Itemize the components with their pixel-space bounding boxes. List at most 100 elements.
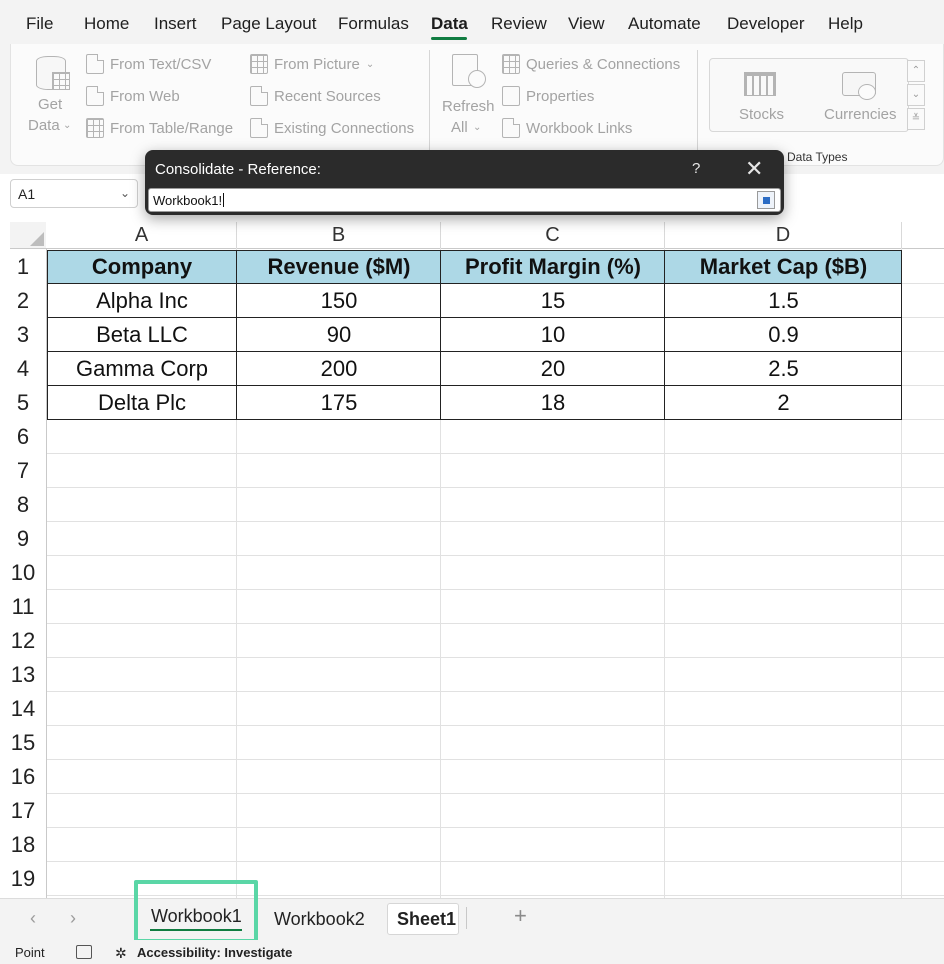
workbook-links-button[interactable]: Workbook Links bbox=[502, 118, 632, 138]
menu-developer[interactable]: Developer bbox=[727, 14, 805, 34]
add-sheet-icon[interactable]: + bbox=[514, 903, 527, 929]
macro-record-icon[interactable] bbox=[76, 945, 92, 959]
table-header-cell[interactable]: Revenue ($M) bbox=[237, 250, 441, 284]
table-header-cell[interactable]: Market Cap ($B) bbox=[665, 250, 902, 284]
help-button[interactable]: ? bbox=[692, 160, 700, 177]
column-header-c[interactable]: C bbox=[441, 222, 665, 248]
table-cell[interactable]: 175 bbox=[237, 386, 441, 420]
from-web-button[interactable]: From Web bbox=[86, 86, 180, 106]
reference-input[interactable]: Workbook1! bbox=[148, 188, 781, 212]
recent-sources-button[interactable]: Recent Sources bbox=[250, 86, 381, 106]
expand-dialog-icon[interactable] bbox=[757, 191, 775, 209]
gallery-scroll-up[interactable]: ⌃ bbox=[907, 60, 925, 82]
gallery-scroll-down[interactable]: ⌄ bbox=[907, 84, 925, 106]
menu-bar: File Home Insert Page Layout Formulas Da… bbox=[0, 0, 944, 44]
from-text-csv-label: From Text/CSV bbox=[110, 55, 212, 73]
worksheet-grid[interactable]: A B C D 1 2 3 4 5 6 7 8 9 10 11 12 13 14 15 16 17 18 19 Co… bbox=[0, 218, 944, 898]
queries-connections-button[interactable]: Queries & Connections bbox=[502, 54, 680, 74]
row-header[interactable]: 16 bbox=[0, 760, 46, 794]
row-header[interactable]: 9 bbox=[0, 522, 46, 556]
column-header-b[interactable]: B bbox=[237, 222, 441, 248]
existing-connections-button[interactable]: Existing Connections bbox=[250, 118, 414, 138]
select-all-corner[interactable] bbox=[10, 222, 46, 248]
gridline bbox=[47, 657, 944, 658]
row-header[interactable]: 4 bbox=[0, 352, 46, 386]
gridline bbox=[47, 725, 944, 726]
from-picture-button[interactable]: From Picture ⌄ bbox=[250, 54, 374, 74]
row-header[interactable]: 13 bbox=[0, 658, 46, 692]
menu-insert[interactable]: Insert bbox=[154, 14, 197, 34]
column-header-d[interactable]: D bbox=[665, 222, 902, 248]
table-header-cell[interactable]: Company bbox=[47, 250, 237, 284]
data-types-group-label: Data Types bbox=[787, 150, 848, 164]
existing-connections-icon bbox=[250, 118, 268, 138]
table-cell[interactable]: Alpha Inc bbox=[47, 284, 237, 318]
menu-data[interactable]: Data bbox=[431, 14, 468, 34]
row-header[interactable]: 5 bbox=[0, 386, 46, 420]
row-header[interactable]: 6 bbox=[0, 420, 46, 454]
menu-automate[interactable]: Automate bbox=[628, 14, 701, 34]
table-cell[interactable]: 200 bbox=[237, 352, 441, 386]
from-text-csv-button[interactable]: From Text/CSV bbox=[86, 54, 211, 74]
table-cell[interactable]: 18 bbox=[441, 386, 665, 420]
menu-review[interactable]: Review bbox=[491, 14, 547, 34]
table-header-cell[interactable]: Profit Margin (%) bbox=[441, 250, 665, 284]
menu-view[interactable]: View bbox=[568, 14, 605, 34]
name-box[interactable]: A1 ⌄ bbox=[10, 179, 138, 208]
menu-home[interactable]: Home bbox=[84, 14, 129, 34]
row-header[interactable]: 19 bbox=[0, 862, 46, 896]
accessibility-icon[interactable]: ✲ bbox=[115, 945, 127, 962]
table-cell[interactable]: 150 bbox=[237, 284, 441, 318]
properties-button[interactable]: Properties bbox=[502, 86, 594, 106]
table-cell[interactable]: Beta LLC bbox=[47, 318, 237, 352]
menu-formulas[interactable]: Formulas bbox=[338, 14, 409, 34]
text-caret bbox=[223, 193, 225, 207]
column-header-a[interactable]: A bbox=[47, 222, 237, 248]
close-icon[interactable]: ✕ bbox=[745, 156, 763, 182]
sheet-tab-workbook2[interactable]: Workbook2 bbox=[274, 909, 365, 930]
row-header[interactable]: 15 bbox=[0, 726, 46, 760]
refresh-arrows-icon bbox=[468, 70, 486, 88]
row-header[interactable]: 2 bbox=[0, 284, 46, 318]
table-cell[interactable]: Gamma Corp bbox=[47, 352, 237, 386]
table-cell[interactable]: 15 bbox=[441, 284, 665, 318]
row-header[interactable]: 11 bbox=[0, 590, 46, 624]
table-cell[interactable]: Delta Plc bbox=[47, 386, 237, 420]
row-header[interactable]: 12 bbox=[0, 624, 46, 658]
properties-label: Properties bbox=[526, 87, 595, 105]
row-header[interactable]: 17 bbox=[0, 794, 46, 828]
row-header[interactable]: 10 bbox=[0, 556, 46, 590]
chevron-down-icon[interactable]: ⌄ bbox=[120, 186, 130, 200]
row-header[interactable]: 8 bbox=[0, 488, 46, 522]
table-cell[interactable]: 1.5 bbox=[665, 284, 902, 318]
from-web-label: From Web bbox=[110, 87, 180, 105]
chevron-left-icon[interactable]: ‹ bbox=[30, 908, 36, 929]
gallery-more[interactable]: ≚ bbox=[907, 108, 925, 130]
table-cell[interactable]: 20 bbox=[441, 352, 665, 386]
table-cell[interactable]: 90 bbox=[237, 318, 441, 352]
accessibility-status[interactable]: Accessibility: Investigate bbox=[137, 945, 292, 960]
get-data-label-1: Get bbox=[38, 96, 63, 113]
gridline bbox=[47, 759, 944, 760]
table-range-icon bbox=[86, 118, 104, 138]
table-cell[interactable]: 0.9 bbox=[665, 318, 902, 352]
menu-file[interactable]: File bbox=[26, 14, 53, 34]
table-border-line bbox=[47, 351, 902, 352]
dialog-title: Consolidate - Reference: bbox=[155, 161, 321, 178]
sheet-tab-sheet1[interactable]: Sheet1 bbox=[397, 909, 456, 930]
table-cell[interactable]: 10 bbox=[441, 318, 665, 352]
row-header[interactable]: 14 bbox=[0, 692, 46, 726]
row-header[interactable]: 18 bbox=[0, 828, 46, 862]
menu-page-layout[interactable]: Page Layout bbox=[221, 14, 316, 34]
gridline bbox=[47, 453, 944, 454]
from-table-range-button[interactable]: From Table/Range bbox=[86, 118, 233, 138]
menu-help[interactable]: Help bbox=[828, 14, 863, 34]
gridline bbox=[47, 555, 944, 556]
chevron-right-icon[interactable]: › bbox=[70, 908, 76, 929]
table-cell[interactable]: 2 bbox=[665, 386, 902, 420]
table-cell[interactable]: 2.5 bbox=[665, 352, 902, 386]
status-bar: Point ✲ Accessibility: Investigate bbox=[0, 940, 944, 964]
row-header[interactable]: 3 bbox=[0, 318, 46, 352]
row-header[interactable]: 1 bbox=[0, 250, 46, 284]
row-header[interactable]: 7 bbox=[0, 454, 46, 488]
